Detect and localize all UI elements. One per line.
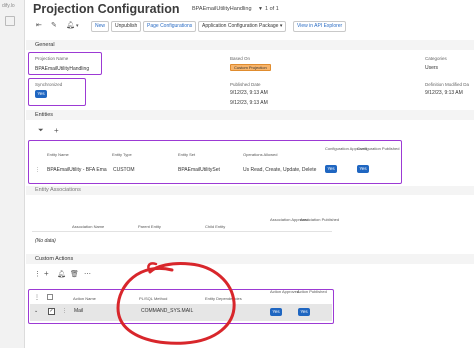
published-date-label: Published Date [230, 82, 261, 87]
entity-type-cell: CUSTOM [113, 167, 135, 173]
assoc-col-published: Association Published [300, 217, 340, 222]
plsql-method-cell: COMMAND_SYS.MAIL [141, 308, 194, 314]
more-vertical-icon[interactable]: ⋮ [34, 270, 41, 278]
trash-icon[interactable]: 🗑︎ [70, 270, 79, 278]
entities-col-operations: Operations Allowed [243, 152, 278, 157]
definition-modified-label: Definition Modified Da [425, 82, 470, 87]
rail-icon[interactable] [5, 16, 15, 26]
page-title: Projection Configuration [33, 2, 180, 16]
bell-icon[interactable]: 🔔︎ [57, 270, 66, 278]
entities-section-header: Entities [26, 110, 474, 120]
unpublish-button[interactable]: Unpublish [111, 21, 142, 32]
based-on-badge: Custom Projection [230, 64, 271, 71]
entities-col-entity-type: Entity Type [112, 152, 132, 157]
config-published-badge: Yes [357, 165, 369, 173]
projection-name-label: Projection Name [35, 56, 69, 61]
rail-label: dify.lo [2, 3, 15, 9]
assoc-col-name: Association Name [72, 224, 105, 229]
app-config-package-button[interactable]: Application Configuration Package ▾ [198, 21, 287, 32]
entities-col-entity-name: Entity Name [47, 152, 69, 157]
actions-col-dependencies: Entity Dependencies [205, 296, 242, 301]
record-selector[interactable]: BPAEmailUtilityHandling [192, 6, 252, 12]
action-published-badge: Yes [298, 308, 310, 316]
assoc-empty-text: (No data) [35, 238, 56, 244]
chevron-down-icon[interactable]: ▼ [258, 6, 263, 12]
entities-col-config-published: Configuration Published [357, 146, 400, 151]
general-section-title: General [35, 42, 55, 48]
entities-col-config-approved: Configuration Approved [325, 146, 367, 151]
action-name-cell: Mail [74, 308, 84, 314]
assoc-col-approved: Association Approved [270, 217, 309, 222]
entity-name-cell: BPAEmailUtility - BFA Ema [47, 167, 107, 173]
operations-cell: Us Read, Create, Update, Delete [243, 167, 317, 173]
record-count: 1 of 1 [265, 6, 279, 12]
custom-actions-title: Custom Actions [35, 256, 74, 262]
assoc-header-divider [32, 231, 332, 232]
left-navigation-rail: dify.lo [0, 0, 25, 348]
new-button[interactable]: New [91, 21, 110, 32]
select-all-checkbox[interactable] [47, 294, 53, 300]
assoc-col-parent: Parent Entity [138, 224, 161, 229]
table-row[interactable]: ⌄ ✓ ⋮ Mail COMMAND_SYS.MAIL Yes Yes [30, 304, 332, 321]
actions-col-approved: Action Approved [270, 289, 300, 294]
edit-icon[interactable]: ✎ [51, 21, 57, 29]
config-approved-badge: Yes [325, 165, 337, 173]
entities-col-entity-set: Entity Set [178, 152, 196, 157]
more-vertical-icon[interactable]: ⋮ [35, 167, 40, 173]
entity-set-cell: BPAEmailUtilitySet [178, 167, 220, 173]
projection-name-value: BPAEmailUtilityHandling [35, 66, 90, 72]
plus-icon[interactable]: + [44, 269, 49, 278]
synchronized-badge: Yes [35, 90, 47, 98]
assoc-col-child: Child Entity [205, 224, 226, 229]
more-vertical-icon[interactable]: ⋮ [62, 308, 67, 314]
definition-modified-value: 9/12/23, 9:13 AM [425, 90, 463, 96]
based-on-label: Based On [230, 56, 251, 61]
general-section-header: General [26, 40, 474, 50]
published-date-value: 9/12/23, 9:13 AM [230, 90, 268, 96]
chevron-down-icon[interactable]: ▾ [76, 23, 79, 29]
page-configurations-button[interactable]: Page Configurations [143, 21, 197, 32]
entity-associations-section-header: Entity Associations [26, 186, 474, 195]
table-row[interactable]: ⋮ BPAEmailUtility - BFA Ema CUSTOM BPAEm… [30, 161, 400, 181]
action-approved-badge: Yes [270, 308, 282, 316]
actions-col-name: Action Name [73, 296, 96, 301]
entity-associations-title: Entity Associations [35, 187, 81, 193]
more-horizontal-icon[interactable]: ⋯ [84, 270, 91, 278]
categories-value: Users [425, 65, 439, 71]
entities-section-title: Entities [35, 112, 54, 118]
plus-icon[interactable]: + [54, 126, 59, 135]
view-api-explorer-button[interactable]: View in API Explorer [293, 21, 347, 32]
chevron-down-icon[interactable]: ⌄ [34, 308, 38, 314]
custom-actions-toolbar: ⋮ + 🔔︎ 🗑︎ ⋯ [30, 269, 110, 282]
back-arrow-icon[interactable]: ⇤ [36, 21, 42, 29]
chevron-down-icon: ▾ [279, 23, 283, 29]
categories-label: Categories [425, 56, 447, 61]
based-on-date-value: 9/12/23, 9:13 AM [230, 100, 268, 106]
actions-col-published: Action Published [297, 289, 327, 294]
app-config-package-label: Application Configuration Package [202, 23, 279, 29]
filter-icon[interactable]: ⏷ [38, 127, 44, 135]
more-vertical-icon[interactable]: ⋮ [34, 294, 40, 301]
actions-col-method: PL/SQL Method [139, 296, 168, 301]
row-checkbox[interactable]: ✓ [48, 308, 55, 315]
bell-icon[interactable]: 🔔︎ [66, 21, 75, 29]
synchronized-label: Synchronized [35, 82, 63, 87]
custom-actions-section-header: Custom Actions [26, 254, 474, 264]
